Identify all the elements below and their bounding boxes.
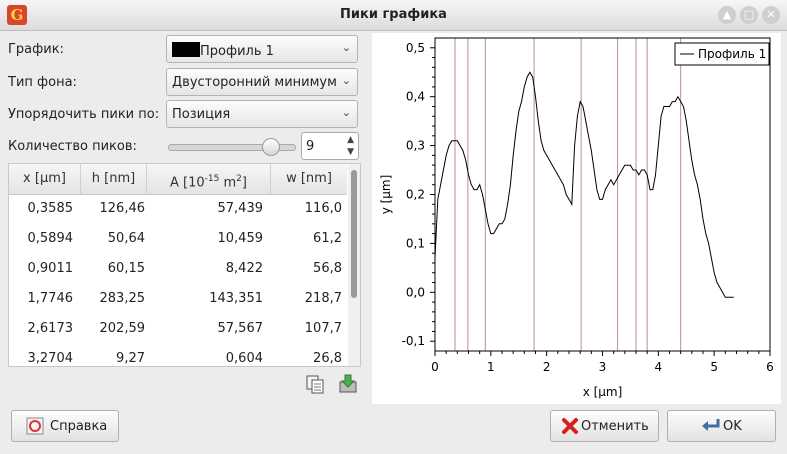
table-cell: 57,439 xyxy=(217,201,264,216)
table-cell: 0,5894 xyxy=(27,231,74,246)
order-peaks-label: Упорядочить пики по: xyxy=(8,107,160,122)
color-swatch xyxy=(172,42,200,57)
table-cell: 0,3585 xyxy=(27,201,74,216)
series-line xyxy=(434,71,734,298)
y-tick-label: 0,2 xyxy=(406,188,425,202)
table-cell: 202,59 xyxy=(99,321,146,336)
table-cell: 218,7 xyxy=(304,291,342,306)
peak-count-value: 9 xyxy=(306,139,315,154)
table-cell: 9,27 xyxy=(116,351,145,366)
help-icon xyxy=(26,417,44,435)
table-scrollbar[interactable] xyxy=(348,164,360,366)
graph-label: График: xyxy=(8,42,64,57)
table-cell: 10,459 xyxy=(217,231,264,246)
peaks-table: x [µm] h [nm] A [10-15 m2] w [nm] 0,3585… xyxy=(8,163,361,367)
chart-svg: 0 1 2 3 4 5 6 -0,1 0,0 0,1 0,2 0,3 0,4 0,5 x [µm] y [µm… xyxy=(379,37,774,399)
help-button-label: Справка xyxy=(50,419,108,434)
y-tick-label: 0,5 xyxy=(406,41,425,55)
table-cell: 283,25 xyxy=(99,291,146,306)
chevron-down-icon: ⌄ xyxy=(341,74,351,87)
save-icon[interactable] xyxy=(338,373,358,393)
table-header: x [µm] h [nm] A [10-15 m2] w [nm] xyxy=(9,164,347,195)
column-header-w[interactable]: w [nm] xyxy=(271,164,347,194)
table-cell: 2,6173 xyxy=(27,321,74,336)
enter-arrow-icon xyxy=(702,419,720,431)
cancel-icon xyxy=(562,418,578,434)
maximize-icon[interactable]: □ xyxy=(740,6,758,24)
x-axis-label: x [µm] xyxy=(583,385,623,399)
table-row[interactable]: 0,5894 50,64 10,459 61,2 xyxy=(9,224,347,254)
column-header-x[interactable]: x [µm] xyxy=(9,164,81,194)
peak-count-slider-handle[interactable] xyxy=(262,138,280,156)
y-tick-label: -0,1 xyxy=(402,334,425,348)
x-tick-label: 3 xyxy=(599,360,607,374)
background-type-value: Двусторонний минимум xyxy=(172,75,337,90)
spin-down-icon[interactable]: ▼ xyxy=(347,147,354,157)
chevron-down-icon: ⌄ xyxy=(341,106,351,119)
minimize-icon[interactable]: ▲ xyxy=(718,6,736,24)
peak-count-label: Количество пиков: xyxy=(8,139,137,154)
x-tick-label: 1 xyxy=(487,360,495,374)
peak-count-spinbox[interactable]: 9 ▲ ▼ xyxy=(301,132,359,160)
table-cell: 56,8 xyxy=(313,261,342,276)
column-header-h[interactable]: h [nm] xyxy=(81,164,147,194)
peaks-chart: 0 1 2 3 4 5 6 -0,1 0,0 0,1 0,2 0,3 0,4 0,5 x [µm] y [µm… xyxy=(372,33,781,404)
table-cell: 143,351 xyxy=(209,291,263,306)
background-type-label: Тип фона: xyxy=(8,75,77,90)
table-cell: 3,2704 xyxy=(27,351,74,366)
graph-select[interactable]: Профиль 1 ⌄ xyxy=(166,35,358,63)
spin-up-icon[interactable]: ▲ xyxy=(347,135,354,145)
x-tick-label: 6 xyxy=(766,360,774,374)
ok-button-label: OK xyxy=(723,419,742,434)
help-button[interactable]: Справка xyxy=(11,410,119,442)
table-row[interactable]: 0,9011 60,15 8,422 56,8 xyxy=(9,254,347,284)
table-cell: 107,7 xyxy=(304,321,342,336)
table-cell: 8,422 xyxy=(225,261,263,276)
x-tick-label: 0 xyxy=(431,360,439,374)
title-bar: G Пики графика ▲ □ ✕ xyxy=(0,0,787,31)
table-cell: 26,8 xyxy=(313,351,342,366)
legend-label: Профиль 1 xyxy=(698,47,766,61)
close-icon[interactable]: ✕ xyxy=(762,6,780,24)
cancel-button[interactable]: Отменить xyxy=(550,410,659,442)
copy-icon[interactable] xyxy=(305,374,325,394)
scrollbar-thumb[interactable] xyxy=(351,170,357,298)
x-tick-label: 4 xyxy=(655,360,663,374)
cancel-button-label: Отменить xyxy=(581,419,649,434)
y-tick-label: 0,3 xyxy=(406,139,425,153)
chevron-down-icon: ⌄ xyxy=(341,41,351,54)
column-header-a[interactable]: A [10-15 m2] xyxy=(147,164,271,194)
graph-select-value: Профиль 1 xyxy=(200,44,274,59)
table-row[interactable]: 3,2704 9,27 0,604 26,8 xyxy=(9,344,347,366)
table-cell: 57,567 xyxy=(217,321,264,336)
window-title: Пики графика xyxy=(340,7,447,22)
table-cell: 126,46 xyxy=(99,201,146,216)
table-cell: 61,2 xyxy=(313,231,342,246)
x-tick-label: 2 xyxy=(543,360,551,374)
table-cell: 116,0 xyxy=(304,201,342,216)
table-cell: 50,64 xyxy=(107,231,145,246)
table-cell: 0,604 xyxy=(225,351,263,366)
y-tick-label: 0,4 xyxy=(406,90,425,104)
order-peaks-select[interactable]: Позиция ⌄ xyxy=(166,100,358,128)
ok-button[interactable]: OK xyxy=(667,410,776,442)
y-tick-label: 0,0 xyxy=(406,285,425,299)
y-axis-label: y [µm] xyxy=(379,175,393,215)
y-tick-label: 0,1 xyxy=(406,236,425,250)
table-cell: 60,15 xyxy=(107,261,145,276)
order-peaks-value: Позиция xyxy=(172,107,231,122)
x-tick-label: 5 xyxy=(710,360,718,374)
background-type-select[interactable]: Двусторонний минимум ⌄ xyxy=(166,68,358,96)
table-cell: 1,7746 xyxy=(27,291,74,306)
table-row[interactable]: 0,3585 126,46 57,439 116,0 xyxy=(9,194,347,224)
table-cell: 0,9011 xyxy=(27,261,74,276)
table-row[interactable]: 2,6173 202,59 57,567 107,7 xyxy=(9,314,347,344)
table-row[interactable]: 1,7746 283,25 143,351 218,7 xyxy=(9,284,347,314)
